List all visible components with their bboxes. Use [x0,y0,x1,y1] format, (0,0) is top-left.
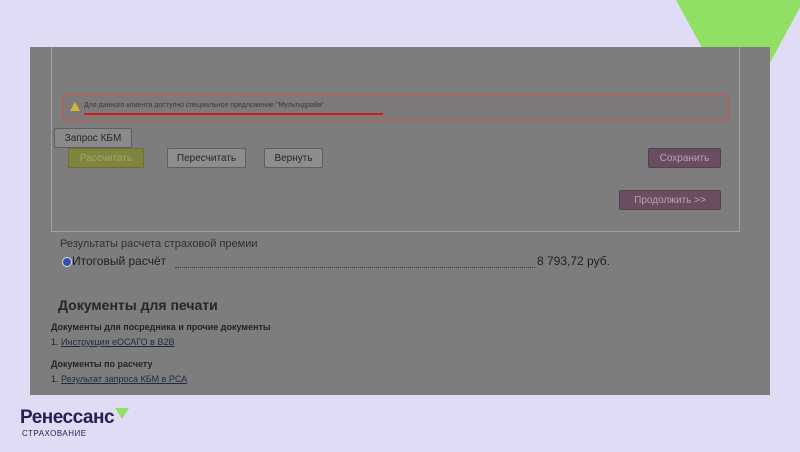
calculate-button[interactable]: Рассчитать [68,148,144,168]
special-offer-alert: Для данного клиента доступно специальное… [62,94,729,122]
results-title: Результаты расчета страховой премии [60,238,258,250]
section-heading: Документы для посредника и прочие докуме… [51,322,271,332]
back-button[interactable]: Вернуть [264,148,323,168]
alert-highlight-underline [84,113,383,115]
total-radio[interactable] [62,257,72,267]
documents-title: Документы для печати [58,297,218,313]
brand-logo: Ренессанс СТРАХОВАНИЕ [20,407,130,438]
doc-link-eosago-instruction[interactable]: Инструкция еОСАГО в B2B [61,337,174,347]
total-label: Итоговый расчёт [72,254,167,268]
warning-icon [70,102,80,111]
list-item: 1. Инструкция еОСАГО в B2B [51,337,174,347]
list-item: 1. Результат запроса КБМ в РСА [51,374,187,384]
dotted-leader [175,267,535,268]
brand-triangle-icon [115,408,130,419]
alert-text: Для данного клиента доступно специальное… [84,102,325,109]
brand-subtitle: СТРАХОВАНИЕ [22,429,87,438]
screenshot-frame: Для данного клиента доступно специальное… [30,47,770,395]
doc-link-kbm-result[interactable]: Результат запроса КБМ в РСА [61,374,187,384]
list-number: 1. [51,337,59,347]
list-number: 1. [51,374,59,384]
section-heading: Документы по расчету [51,359,153,369]
total-amount: 8 793,72 руб. [537,254,610,268]
continue-button[interactable]: Продолжить >> [619,190,721,210]
save-button[interactable]: Сохранить [648,148,721,168]
recalculate-button[interactable]: Пересчитать [167,148,246,168]
kbm-request-button[interactable]: Запрос КБМ [54,128,132,148]
brand-name: Ренессанс [20,407,115,428]
